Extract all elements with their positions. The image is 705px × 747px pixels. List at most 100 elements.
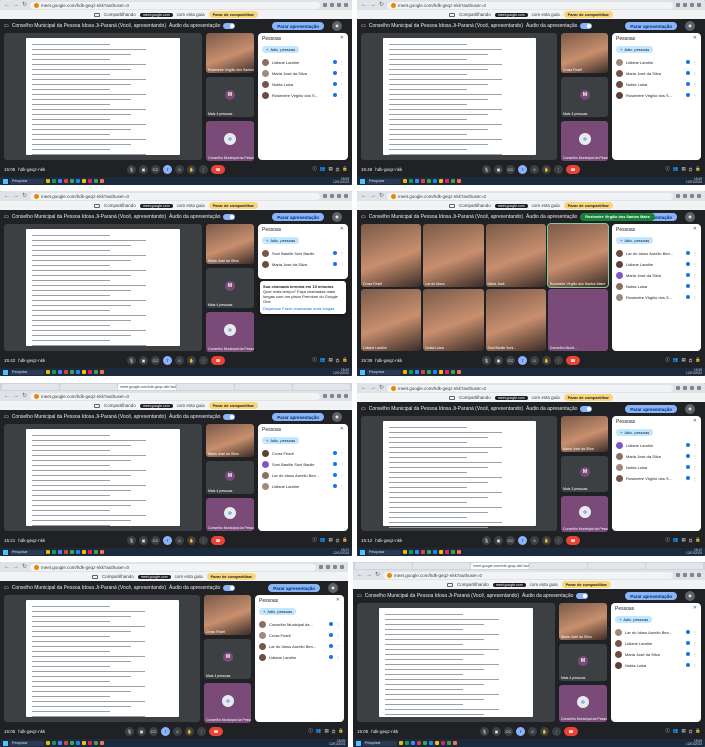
taskbar-app-icon[interactable] [100,179,104,183]
add-people-button[interactable]: + Adic. pessoas [616,429,654,436]
more-options-icon[interactable]: ⋮ [693,476,697,481]
chat-icon[interactable]: ▤ [329,166,333,172]
taskbar-app-icon[interactable] [70,550,74,554]
info-icon[interactable]: ⓘ [665,537,670,543]
forward-icon[interactable]: → [370,2,376,8]
more-options-icon[interactable]: ⋮ [693,60,697,65]
taskbar-app-icon[interactable] [403,179,407,183]
reactions-icon[interactable]: ☺ [528,726,537,736]
extensions-icon[interactable] [326,565,330,569]
star-icon[interactable] [323,3,327,7]
taskbar-app-icon[interactable] [64,179,68,183]
present-icon[interactable]: ⇪ [518,355,527,365]
taskbar-app-icon[interactable] [64,550,68,554]
extensions-icon[interactable] [330,3,334,7]
present-icon[interactable]: ⇪ [518,164,527,174]
participant-row[interactable]: Rosimeire Virgílio dos S... ⋮ [262,90,344,100]
stop-presenting-button[interactable]: Parar apresentação [272,22,324,30]
more-icon[interactable]: ⋮ [199,535,208,545]
taskbar-app-icon[interactable] [88,550,92,554]
windows-start-icon[interactable] [3,369,8,375]
reload-icon[interactable]: ↻ [379,193,384,199]
taskbar-app-icon[interactable] [52,179,56,183]
participant-row[interactable]: Cross Fearll ⋮ [262,448,344,458]
account-avatar[interactable]: ◉ [685,404,695,414]
site-info-icon[interactable] [391,2,397,8]
taskbar-app-icon[interactable] [415,370,419,374]
star-icon[interactable] [319,565,323,569]
info-icon[interactable]: ⓘ [665,728,670,734]
site-info-icon[interactable] [387,572,393,578]
activities-icon[interactable]: ⛭ [332,729,336,734]
stop-sharing-button[interactable]: Parar de compartilhar [208,202,258,209]
mic-icon[interactable]: 🎙 [125,726,134,736]
participant-row[interactable]: Nubia Luisa ⋮ [616,281,697,291]
participant-row[interactable]: Maria José da Silva ⋮ [615,649,697,659]
taskbar-app-icon[interactable] [70,370,74,374]
captions-icon[interactable]: CC [151,164,160,174]
participant-row[interactable]: Nubia Luisa ⋮ [616,79,697,89]
profile-icon[interactable] [690,386,694,390]
back-icon[interactable]: ← [361,385,367,391]
stop-presenting-button[interactable]: Parar apresentação [625,592,677,600]
participant-row[interactable]: Lidiane Landim ⋮ [616,57,697,67]
captions-icon[interactable]: CC [506,164,515,174]
site-info-icon[interactable] [34,193,40,199]
host-controls-icon[interactable]: 🔒 [695,537,701,543]
account-avatar[interactable]: ◉ [685,21,695,31]
more-options-icon[interactable]: ⋮ [336,655,340,660]
more-icon[interactable]: ⋮ [554,164,563,174]
taskbar-app-icon[interactable] [421,370,425,374]
participant-row[interactable]: Lar do Idoso Aurelio Ben... ⋮ [615,627,697,637]
taskbar-app-icon[interactable] [403,370,407,374]
stop-presenting-button[interactable]: Parar apresentação [625,22,677,30]
taskbar-app-icon[interactable] [433,550,437,554]
reactions-icon[interactable]: ☺ [530,355,539,365]
back-icon[interactable]: ← [361,193,367,199]
taskbar-app-icon[interactable] [403,550,407,554]
present-icon[interactable]: ⇪ [518,535,527,545]
profile-icon[interactable] [690,3,694,7]
chat-icon[interactable]: ▤ [329,357,333,363]
reload-icon[interactable]: ↻ [375,572,380,578]
address-bar[interactable]: meet.google.com/hdk-geqz-nkk?authuser=0 [387,1,673,9]
taskbar-app-icon[interactable] [451,550,455,554]
present-icon[interactable]: ⇪ [163,355,172,365]
browser-tab[interactable] [645,563,704,569]
participant-row[interactable]: Maria José da Silva ⋮ [616,270,697,280]
browser-tab[interactable] [529,563,587,569]
close-icon[interactable]: ✕ [693,35,697,41]
more-options-icon[interactable]: ⋮ [693,443,697,448]
taskbar-app-icon[interactable] [58,550,62,554]
captions-icon[interactable]: CC [506,535,515,545]
menu-icon[interactable] [697,194,701,198]
windows-start-icon[interactable] [360,178,365,184]
chat-icon[interactable]: ▤ [329,537,333,543]
forward-icon[interactable]: → [366,572,372,578]
taskbar-app-icon[interactable] [76,370,80,374]
host-controls-icon[interactable]: 🔒 [342,537,348,543]
account-avatar[interactable]: ◉ [328,583,338,593]
more-options-icon[interactable]: ⋮ [693,630,697,635]
add-people-button[interactable]: + Adic. pessoas [616,237,654,244]
taskbar-app-icon[interactable] [445,179,449,183]
chat-icon[interactable]: ▤ [682,166,686,172]
raise-hand-icon[interactable]: ✋ [542,355,551,365]
taskbar-app-icon[interactable] [399,741,403,745]
extensions-icon[interactable] [683,3,687,7]
people-icon[interactable]: 👥 [673,537,679,543]
taskbar-app-icon[interactable] [439,370,443,374]
taskbar-app-icon[interactable] [405,741,409,745]
chat-icon[interactable]: ▤ [682,728,686,734]
participant-row[interactable]: Lidiane Landim ⋮ [262,57,344,67]
chat-icon[interactable]: ▤ [325,728,329,734]
reload-icon[interactable]: ↻ [22,564,27,570]
taskbar-search[interactable]: Pesquisar [10,369,44,375]
activities-icon[interactable]: ⛭ [689,538,693,543]
stop-sharing-button[interactable]: Parar de compartilhar [563,11,613,18]
account-avatar[interactable]: ◉ [332,212,342,222]
taskbar-app-icon[interactable] [76,741,80,745]
taskbar-app-icon[interactable] [52,741,56,745]
participant-row[interactable]: Cross Fearll ⋮ [259,630,340,640]
extensions-icon[interactable] [330,194,334,198]
